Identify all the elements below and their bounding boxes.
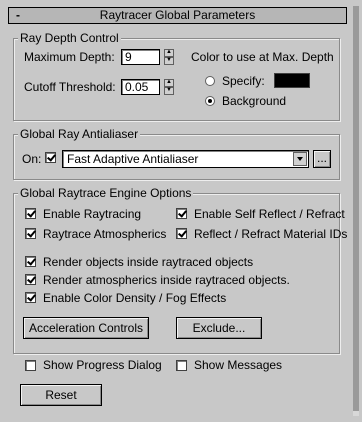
raytracer-global-parameters-rollout: - Raytracer Global Parameters Ray Depth … [6, 6, 347, 416]
show-progress-dialog-label: Show Progress Dialog [43, 358, 162, 372]
scrollbar-thumb[interactable] [353, 6, 359, 411]
engine-options-group-title: Global Raytrace Engine Options [18, 186, 194, 200]
collapse-icon[interactable]: - [16, 8, 20, 23]
enable-color-density-label: Enable Color Density / Fog Effects [43, 291, 227, 305]
enable-self-reflect-checkbox[interactable] [176, 208, 187, 219]
rollout-title: Raytracer Global Parameters [99, 8, 256, 22]
antialiaser-group-title: Global Ray Antialiaser [18, 127, 141, 141]
reset-button[interactable]: Reset [20, 384, 102, 406]
antialiaser-on-label: On: [22, 152, 42, 166]
spinner-up-icon[interactable]: ▲ [164, 49, 174, 57]
render-atmospherics-inside-label: Render atmospherics inside raytraced obj… [43, 273, 290, 287]
antialiaser-selected-value: Fast Adaptive Antialiaser [67, 152, 199, 166]
background-radio[interactable] [205, 96, 215, 106]
antialiaser-on-checkbox[interactable] [45, 152, 56, 163]
specify-label: Specify: [222, 74, 265, 88]
enable-color-density-checkbox[interactable] [25, 292, 36, 303]
background-label: Background [222, 94, 287, 108]
max-depth-input[interactable]: 9 [121, 49, 160, 65]
max-depth-label: Maximum Depth: [24, 50, 115, 64]
render-objects-inside-label: Render objects inside raytraced objects [43, 255, 254, 269]
color-at-max-depth-label: Color to use at Max. Depth [191, 50, 334, 64]
reflect-refract-material-ids-label: Reflect / Refract Material IDs [194, 227, 348, 241]
render-objects-inside-checkbox[interactable] [25, 256, 36, 267]
rollout-header[interactable]: - Raytracer Global Parameters [8, 7, 347, 24]
spinner-up-icon[interactable]: ▲ [164, 79, 174, 87]
spinner-down-icon[interactable]: ▼ [164, 87, 174, 95]
enable-raytracing-label: Enable Raytracing [43, 207, 142, 221]
enable-raytracing-checkbox[interactable] [25, 208, 36, 219]
cutoff-threshold-input[interactable]: 0.05 [121, 79, 160, 95]
show-messages-label: Show Messages [194, 358, 283, 372]
show-messages-checkbox[interactable] [176, 360, 187, 371]
raytrace-atmospherics-checkbox[interactable] [25, 228, 36, 239]
render-atmospherics-inside-checkbox[interactable] [25, 274, 36, 285]
rollout-scrollbar[interactable] [353, 6, 359, 416]
enable-self-reflect-label: Enable Self Reflect / Refract [194, 207, 345, 221]
cutoff-threshold-label: Cutoff Threshold: [24, 80, 116, 94]
acceleration-controls-button[interactable]: Acceleration Controls [23, 317, 149, 339]
antialiaser-dropdown[interactable]: Fast Adaptive Antialiaser [62, 150, 309, 168]
antialiaser-options-button[interactable]: ... [313, 150, 331, 168]
spinner-down-icon[interactable]: ▼ [164, 57, 174, 65]
ray-depth-group-title: Ray Depth Control [18, 31, 121, 45]
show-progress-dialog-checkbox[interactable] [25, 360, 36, 371]
specify-color-swatch[interactable] [274, 73, 310, 88]
max-depth-spinner[interactable]: ▲ ▼ [164, 49, 174, 65]
chevron-down-icon[interactable] [293, 152, 307, 166]
specify-radio[interactable] [205, 76, 215, 86]
exclude-button[interactable]: Exclude... [176, 317, 262, 339]
reflect-refract-material-ids-checkbox[interactable] [176, 228, 187, 239]
raytrace-atmospherics-label: Raytrace Atmospherics [43, 227, 167, 241]
cutoff-threshold-spinner[interactable]: ▲ ▼ [164, 79, 174, 95]
